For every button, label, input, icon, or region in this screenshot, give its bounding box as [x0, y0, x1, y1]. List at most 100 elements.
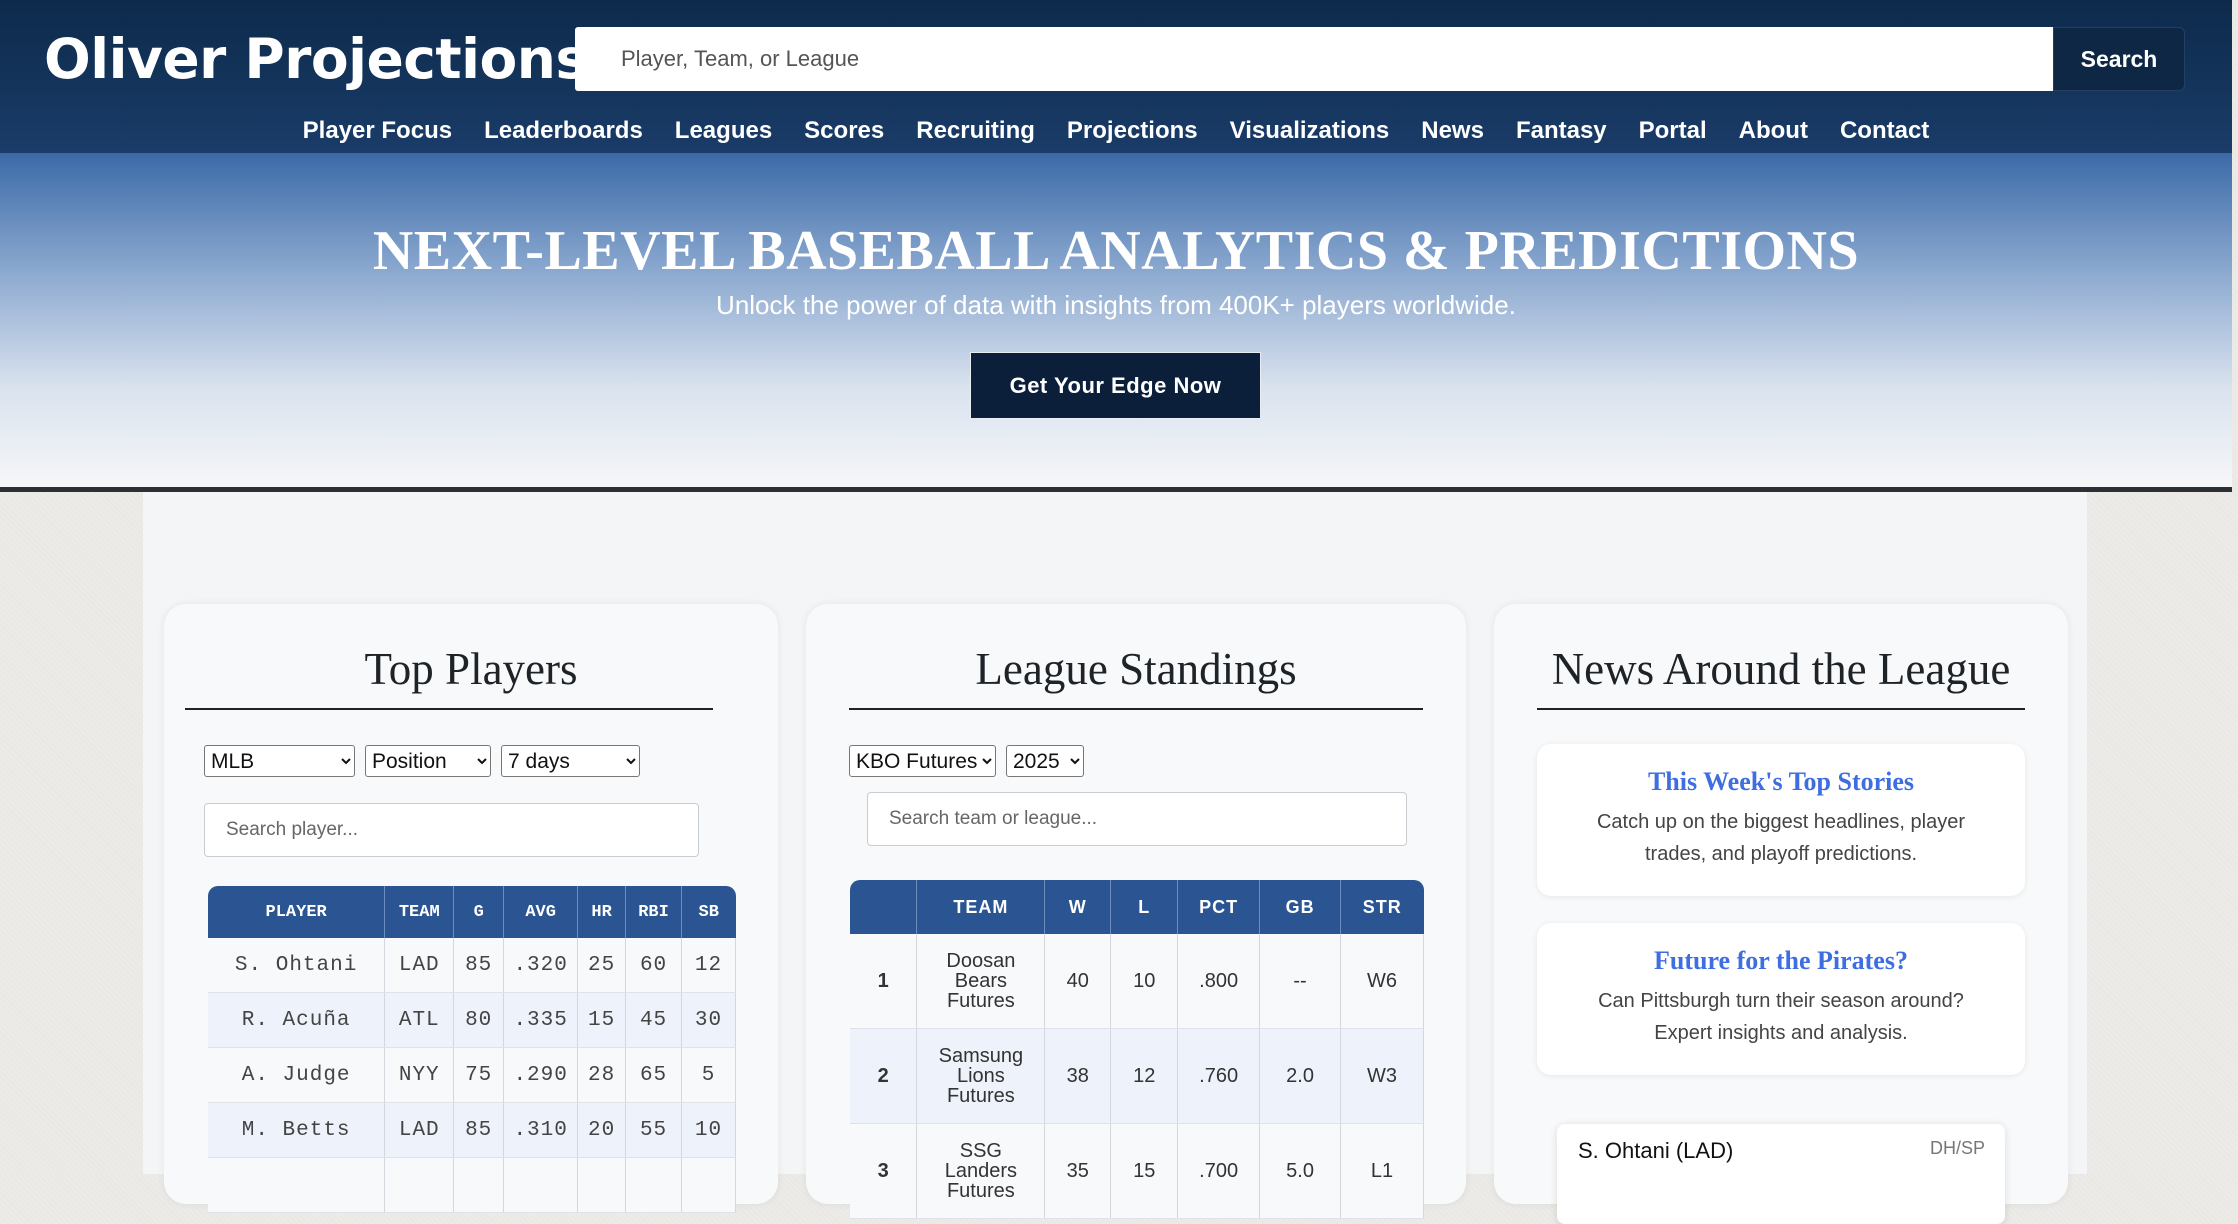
- team-rank: 3: [850, 1123, 918, 1219]
- col-gb[interactable]: GB: [1259, 880, 1342, 934]
- table-row[interactable]: 3 SSG Landers Futures 35 15 .700 5.0 L1: [850, 1123, 1424, 1219]
- range-select[interactable]: 7 days: [501, 745, 640, 777]
- player-team: LAD: [384, 1102, 455, 1158]
- title-divider: [849, 708, 1423, 710]
- col-hr[interactable]: HR: [577, 886, 627, 938]
- standings-year-select[interactable]: 2025: [1006, 745, 1084, 777]
- col-g[interactable]: G: [453, 886, 505, 938]
- player-rbi: 60: [625, 938, 683, 993]
- main-content: Top Players MLB Position 7 days PLAYER T…: [143, 492, 2087, 1224]
- site-header: Oliver Projections Search Player Focus L…: [0, 0, 2232, 153]
- team-name[interactable]: Samsung Lions Futures: [916, 1028, 1046, 1124]
- hero-subtitle: Unlock the power of data with insights f…: [716, 290, 1516, 320]
- team-gb: --: [1259, 934, 1342, 1029]
- team-name[interactable]: Doosan Bears Futures: [916, 934, 1046, 1029]
- position-select[interactable]: Position: [365, 745, 491, 777]
- player-g: 75: [453, 1047, 505, 1103]
- search-button[interactable]: Search: [2053, 27, 2185, 91]
- table-row[interactable]: A. Judge NYY 75 .290 28 65 5: [208, 1047, 736, 1103]
- table-row[interactable]: 1 Doosan Bears Futures 40 10 .800 -- W6: [850, 934, 1424, 1029]
- col-team[interactable]: TEAM: [916, 880, 1046, 934]
- player-rbi: 65: [625, 1047, 683, 1103]
- player-name[interactable]: M. Betts: [208, 1102, 386, 1158]
- nav-projections[interactable]: Projections: [1051, 108, 1214, 154]
- player-rbi: 45: [625, 992, 683, 1048]
- team-gb: 5.0: [1259, 1123, 1342, 1219]
- nav-portal[interactable]: Portal: [1623, 108, 1723, 154]
- player-g: 85: [453, 1102, 505, 1158]
- global-search-input[interactable]: [575, 27, 2053, 91]
- news-headline[interactable]: Future for the Pirates?: [1537, 923, 2025, 977]
- player-search-input[interactable]: [204, 803, 699, 857]
- table-row[interactable]: S. Ohtani LAD 85 .320 25 60 12: [208, 938, 736, 993]
- news-headline[interactable]: This Week's Top Stories: [1537, 744, 2025, 798]
- table-row[interactable]: M. Betts LAD 85 .310 20 55 10: [208, 1102, 736, 1158]
- player-g: 85: [453, 938, 505, 993]
- player-hr: 28: [577, 1047, 627, 1103]
- team-l: 10: [1110, 934, 1179, 1029]
- col-rbi[interactable]: RBI: [625, 886, 683, 938]
- player-avg: .320: [503, 938, 579, 993]
- league-select[interactable]: MLB: [204, 745, 355, 777]
- player-sb: 30: [681, 992, 736, 1048]
- team-pct: .760: [1177, 1028, 1261, 1124]
- player-spotlight-position: DH/SP: [1929, 1138, 1985, 1158]
- title-divider: [1537, 708, 2025, 710]
- team-w: 40: [1044, 934, 1112, 1029]
- table-header-row: PLAYER TEAM G AVG HR RBI SB: [208, 886, 736, 938]
- standings-table: TEAM W L PCT GB STR 1 Doosan Bears Futur…: [850, 880, 1424, 1219]
- player-spotlight-card[interactable]: S. Ohtani (LAD) DH/SP: [1557, 1124, 2005, 1224]
- col-team[interactable]: TEAM: [384, 886, 455, 938]
- col-w[interactable]: W: [1044, 880, 1112, 934]
- team-name[interactable]: SSG Landers Futures: [916, 1123, 1046, 1219]
- player-sb: 12: [681, 938, 736, 993]
- nav-visualizations[interactable]: Visualizations: [1214, 108, 1406, 154]
- player-name[interactable]: R. Acuña: [208, 992, 386, 1048]
- nav-recruiting[interactable]: Recruiting: [900, 108, 1051, 154]
- player-name[interactable]: A. Judge: [208, 1047, 386, 1103]
- global-search: Search: [575, 27, 2185, 91]
- player-hr: 20: [577, 1102, 627, 1158]
- team-streak: W3: [1340, 1028, 1424, 1124]
- team-pct: .700: [1177, 1123, 1261, 1219]
- table-row[interactable]: 2 Samsung Lions Futures 38 12 .760 2.0 W…: [850, 1028, 1424, 1124]
- nav-news[interactable]: News: [1405, 108, 1500, 154]
- col-str[interactable]: STR: [1340, 880, 1424, 934]
- team-l: 15: [1110, 1123, 1179, 1219]
- nav-leaderboards[interactable]: Leaderboards: [468, 108, 659, 154]
- player-rbi: 55: [625, 1102, 683, 1158]
- team-rank: 1: [850, 934, 918, 1029]
- hero-banner: NEXT-LEVEL BASEBALL ANALYTICS & PREDICTI…: [0, 153, 2232, 492]
- cta-button[interactable]: Get Your Edge Now: [970, 352, 1261, 419]
- nav-fantasy[interactable]: Fantasy: [1500, 108, 1623, 154]
- team-name-text: Doosan Bears Futures: [946, 950, 1016, 1012]
- main-nav: Player Focus Leaderboards Leagues Scores…: [0, 108, 2232, 154]
- top-players-card: Top Players MLB Position 7 days PLAYER T…: [164, 604, 778, 1213]
- player-team: NYY: [384, 1047, 455, 1103]
- col-l[interactable]: L: [1110, 880, 1179, 934]
- col-avg[interactable]: AVG: [503, 886, 579, 938]
- col-pct[interactable]: PCT: [1177, 880, 1261, 934]
- site-logo[interactable]: Oliver Projections: [44, 24, 588, 94]
- player-sb: 10: [681, 1102, 736, 1158]
- player-name[interactable]: S. Ohtani: [208, 938, 386, 993]
- nav-leagues[interactable]: Leagues: [659, 108, 788, 154]
- standings-league-select[interactable]: KBO Futures: [849, 745, 996, 777]
- table-row[interactable]: R. Acuña ATL 80 .335 15 45 30: [208, 992, 736, 1048]
- col-player[interactable]: PLAYER: [208, 886, 386, 938]
- team-search-input[interactable]: [867, 792, 1407, 846]
- nav-scores[interactable]: Scores: [788, 108, 900, 154]
- news-summary: Catch up on the biggest headlines, playe…: [1596, 811, 1966, 865]
- news-story[interactable]: This Week's Top Stories Catch up on the …: [1537, 744, 2025, 896]
- team-w: 35: [1044, 1123, 1112, 1219]
- player-spotlight-name: S. Ohtani (LAD): [1578, 1138, 1734, 1163]
- nav-player-focus[interactable]: Player Focus: [287, 108, 468, 154]
- news-story[interactable]: Future for the Pirates? Can Pittsburgh t…: [1537, 923, 2025, 1075]
- table-row[interactable]: [208, 1157, 736, 1213]
- player-sb: 5: [681, 1047, 736, 1103]
- nav-about[interactable]: About: [1723, 108, 1824, 154]
- team-name-text: SSG Landers Futures: [944, 1140, 1018, 1202]
- col-sb[interactable]: SB: [681, 886, 736, 938]
- nav-contact[interactable]: Contact: [1824, 108, 1945, 154]
- team-streak: W6: [1340, 934, 1424, 1029]
